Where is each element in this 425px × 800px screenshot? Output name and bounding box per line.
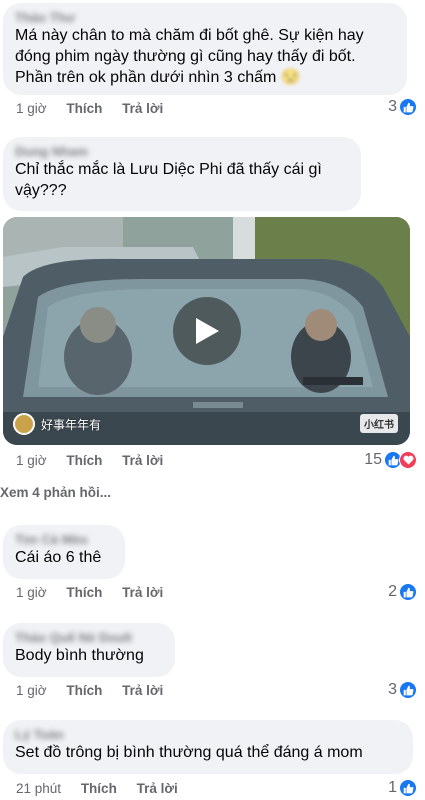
reply-button[interactable]: Trả lời [137, 781, 178, 796]
comment-actions: 1 giờ Thích Trả lời [16, 101, 179, 116]
thumbs-up-icon [399, 779, 417, 797]
reaction-summary[interactable]: 15 [364, 451, 417, 469]
comment-bubble: Lý Toàn Set đồ trông bị bình thường quá … [3, 720, 413, 774]
comment-bubble: Tim Cá Mèo Cái áo 6 thê [3, 525, 125, 579]
thumbs-up-icon [399, 681, 417, 699]
reaction-count: 1 [388, 779, 397, 796]
thumbs-up-icon [399, 583, 417, 601]
comment-bubble: Dung Nham Chỉ thắc mắc là Lưu Diệc Phi đ… [3, 137, 361, 211]
reaction-summary[interactable]: 1 [388, 779, 417, 797]
video-attachment[interactable]: 好事年年有 小红书 [3, 217, 410, 445]
like-button[interactable]: Thích [81, 781, 117, 796]
comment-author[interactable]: Lý Toàn [15, 728, 401, 742]
comment-time[interactable]: 1 giờ [16, 683, 47, 698]
comment-bubble: Thảo Quế Nè Doult Body bình thường [3, 623, 175, 677]
watermark-left: 好事年年有 [13, 413, 101, 435]
play-icon [196, 318, 219, 344]
comment-actions: 1 giờ Thích Trả lời [16, 453, 179, 468]
reaction-count: 15 [364, 451, 382, 468]
reply-button[interactable]: Trả lời [122, 683, 163, 698]
comment-text: Set đồ trông bị bình thường quá thể đáng… [15, 744, 363, 761]
like-button[interactable]: Thích [66, 453, 102, 468]
comment-actions: 1 giờ Thích Trả lời [16, 683, 179, 698]
like-button[interactable]: Thích [66, 585, 102, 600]
comment-text: Body bình thường [15, 647, 144, 664]
reaction-summary[interactable]: 3 [388, 681, 417, 699]
comment-time[interactable]: 1 giờ [16, 585, 47, 600]
comment-text: Cái áo 6 thê [15, 549, 102, 566]
comment-actions: 21 phút Thích Trả lời [16, 781, 194, 796]
reaction-summary[interactable]: 3 [388, 98, 417, 116]
comment-author[interactable]: Dung Nham [15, 145, 349, 159]
view-replies-link[interactable]: Xem 4 phản hồi... [0, 485, 111, 500]
reaction-count: 3 [388, 98, 397, 115]
comment-author[interactable]: Thảo Thư [15, 11, 395, 25]
comment-time[interactable]: 21 phút [16, 781, 61, 796]
comment-text: Má này chân to mà chăm đi bốt ghê. Sự ki… [15, 27, 364, 86]
reaction-count: 3 [388, 681, 397, 698]
comment-time[interactable]: 1 giờ [16, 453, 47, 468]
reply-button[interactable]: Trả lời [122, 101, 163, 116]
unamused-emoji: 😒 [280, 69, 301, 86]
reply-button[interactable]: Trả lời [122, 453, 163, 468]
comment-bubble: Thảo Thư Má này chân to mà chăm đi bốt g… [3, 3, 407, 95]
comment-actions: 1 giờ Thích Trả lời [16, 585, 179, 600]
comment-text: Chỉ thắc mắc là Lưu Diệc Phi đã thấy cái… [15, 161, 322, 199]
watermark-text: 好事年年有 [41, 417, 102, 432]
reaction-count: 2 [388, 583, 397, 600]
thumbs-up-icon [399, 98, 417, 116]
watermark-logo: 小红书 [360, 414, 398, 433]
watermark-avatar [13, 413, 35, 435]
play-button[interactable] [173, 297, 241, 365]
heart-icon [399, 451, 417, 469]
like-button[interactable]: Thích [66, 101, 102, 116]
comment-time[interactable]: 1 giờ [16, 101, 47, 116]
comment-author[interactable]: Tim Cá Mèo [15, 533, 113, 547]
reply-button[interactable]: Trả lời [122, 585, 163, 600]
like-button[interactable]: Thích [66, 683, 102, 698]
comment-author[interactable]: Thảo Quế Nè Doult [15, 631, 163, 645]
reaction-summary[interactable]: 2 [388, 583, 417, 601]
